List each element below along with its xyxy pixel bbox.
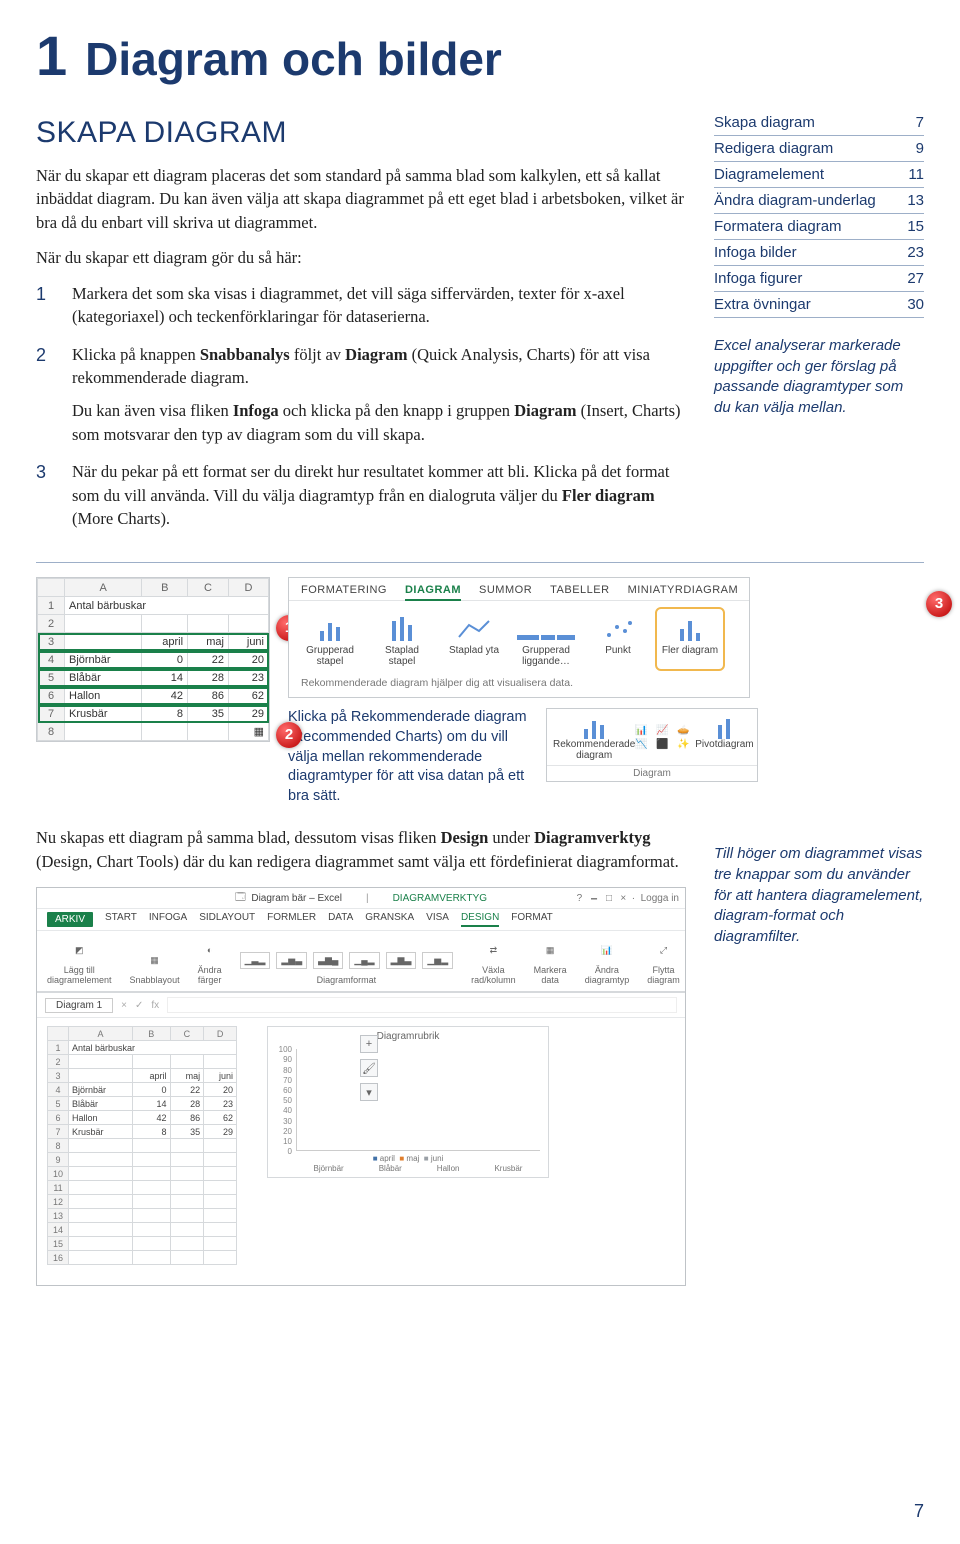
qa-item[interactable]: Punkt [587, 611, 649, 667]
chart-type-icon[interactable]: ⬛ [656, 739, 674, 750]
qa-item[interactable]: Grupperad stapel [299, 611, 361, 667]
ribbon-tab[interactable]: ARKIV [47, 912, 93, 927]
pivot-chart-button[interactable]: Pivotdiagram [695, 713, 753, 761]
ribbon-button[interactable]: ⤢Flytta diagram [647, 937, 680, 985]
ribbon-button[interactable]: ▦Markera data [534, 937, 567, 985]
chapter-title: Diagram och bilder [85, 36, 502, 82]
embedded-chart[interactable]: Diagramrubrik 1009080706050403020100 Bjö… [267, 1026, 549, 1178]
divider [36, 562, 924, 563]
figure-caption: Klicka på Rekommenderade diagram (Recomm… [288, 708, 528, 806]
excel-window: 🗔 Diagram bär – Excel | DIAGRAMVERKTYG ?… [36, 887, 686, 1286]
ribbon-button[interactable]: ⇄Växla rad/kolumn [471, 937, 516, 985]
ribbon-button[interactable]: ▦Snabblayout [130, 947, 180, 985]
step-3: När du pekar på ett format ser du direkt… [36, 460, 686, 530]
chart-type-icon[interactable]: 📊 [635, 725, 653, 736]
name-box[interactable]: Diagram 1 [45, 998, 113, 1013]
chart-filters-button[interactable]: ▾ [360, 1083, 378, 1101]
step-1: Markera det som ska visas i diagrammet, … [36, 282, 686, 329]
qa-tab[interactable]: DIAGRAM [405, 584, 461, 601]
spreadsheet-snippet: A B C D 1Antal bärbuskar 2 3aprilmajjuni… [36, 577, 270, 742]
ribbon-tab[interactable]: SIDLAYOUT [199, 912, 255, 927]
qa-item[interactable]: Grupperad liggande… [515, 611, 577, 667]
ribbon-button[interactable]: ◩Lägg till diagramelement [47, 937, 112, 985]
ribbon-tab[interactable]: INFOGA [149, 912, 187, 927]
chart-styles-button[interactable]: 🖌 [360, 1059, 378, 1077]
chart-type-icon[interactable]: 🥧 [677, 725, 695, 736]
ribbon-tab[interactable]: FORMLER [267, 912, 316, 927]
callout-badge-3: 3 [926, 591, 952, 617]
ribbon-tab[interactable]: START [105, 912, 137, 927]
ribbon-tab[interactable]: DESIGN [461, 912, 499, 927]
chart-type-icon[interactable]: 📈 [656, 725, 674, 736]
chart-type-icon[interactable]: ✨ [677, 739, 695, 750]
step-2: Klicka på knappen Snabbanalys följt av D… [36, 343, 686, 447]
side-note: Excel analyserar markerade uppgifter och… [714, 336, 924, 419]
ribbon-tab[interactable]: FORMAT [511, 912, 552, 927]
chart-elements-button[interactable]: + [360, 1035, 378, 1053]
ribbon-tab[interactable]: VISA [426, 912, 449, 927]
qa-item-more-charts[interactable]: Fler diagram [659, 611, 721, 667]
qa-tab[interactable]: FORMATERING [301, 584, 387, 596]
ribbon-button[interactable]: 📊Ändra diagramtyp [585, 937, 630, 985]
qa-item[interactable]: Staplad stapel [371, 611, 433, 667]
chart-type-icon[interactable]: 📉 [635, 739, 653, 750]
qa-item[interactable]: Staplad yta [443, 611, 505, 667]
chapter-number: 1 [36, 28, 67, 84]
qa-footer-text: Rekommenderade diagram hjälper dig att v… [289, 673, 749, 697]
ribbon-diagram-group: Rekommenderade diagram 📊 📈 🥧 📉 ⬛ ✨ [546, 708, 758, 782]
intro-paragraph: När du skapar ett diagram gör du så här: [36, 246, 686, 269]
formula-bar[interactable] [167, 997, 677, 1013]
qa-tab[interactable]: MINIATYRDIAGRAM [628, 584, 739, 596]
qa-tab[interactable]: TABELLER [550, 584, 609, 596]
body-paragraph: Nu skapas ett diagram på samma blad, des… [36, 826, 686, 873]
ribbon-tab[interactable]: DATA [328, 912, 353, 927]
page-number: 7 [914, 1501, 924, 1522]
recommended-charts-button[interactable]: Rekommenderade diagram [553, 713, 635, 761]
ribbon-tab[interactable]: GRANSKA [365, 912, 414, 927]
ribbon-style-gallery[interactable]: ▁▃▂ ▂▅▃ ▃▆▄ ▁▄▂ ▂▆▃ ▁▅▂ Diagramformat [240, 947, 454, 985]
section-heading: SKAPA DIAGRAM [36, 116, 686, 150]
quick-analysis-panel: FORMATERING DIAGRAM SUMMOR TABELLER MINI… [288, 577, 924, 698]
worksheet-grid[interactable]: ABCD 1Antal bärbuskar 2 3aprilmajjuni 4B… [47, 1026, 237, 1265]
intro-paragraph: När du skapar ett diagram placeras det s… [36, 164, 686, 234]
mini-toc: Skapa diagram7 Redigera diagram9 Diagram… [714, 110, 924, 318]
qa-tab[interactable]: SUMMOR [479, 584, 532, 596]
side-note: Till höger om diagrammet visas tre knapp… [714, 844, 924, 947]
ribbon-button[interactable]: ◐Ändra färger [198, 937, 222, 985]
